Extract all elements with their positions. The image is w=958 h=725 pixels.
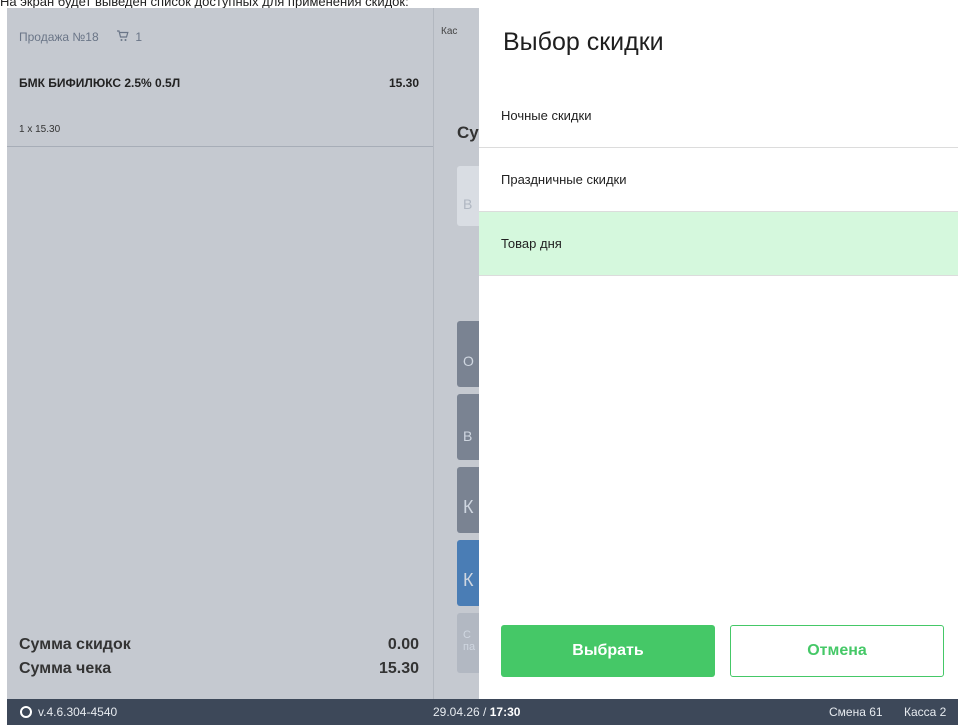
discount-option-label: Праздничные скидки [501, 172, 627, 187]
discount-option-night[interactable]: Ночные скидки [479, 84, 958, 148]
sum-title-fragment: Су [457, 123, 479, 142]
date-time: 29.04.26 / 17:30 [433, 705, 520, 719]
receipt-total-value: 15.30 [378, 660, 419, 677]
discount-option-holiday[interactable]: Праздничные скидки [479, 148, 958, 212]
page-caption: На экран будет выведен список доступных … [0, 0, 409, 8]
shift-number: Смена 61 [829, 705, 883, 719]
status-bar: v.4.6.304-4540 29.04.26 / 17:30 Смена 61… [7, 699, 958, 725]
app-window: Продажа №18 1 БМК БИФИЛЮКС 2.5% 0.5Л 15.… [7, 8, 958, 699]
item-name: БМК БИФИЛЮКС 2.5% 0.5Л [19, 76, 181, 90]
receipt-total-label: Сумма чека [19, 660, 112, 677]
discount-option-label: Ночные скидки [501, 108, 592, 123]
register-number: Касса 2 [904, 705, 947, 719]
register-label-fragment: Кас [441, 26, 458, 37]
app-version: v.4.6.304-4540 [38, 705, 118, 719]
discount-option-product-of-day[interactable]: Товар дня [479, 212, 958, 276]
cancel-button[interactable]: Отмена [730, 625, 944, 677]
select-button[interactable]: Выбрать [501, 625, 715, 677]
status-time: 17:30 [489, 705, 521, 719]
discount-option-label: Товар дня [501, 236, 562, 251]
cart-count: 1 [135, 30, 143, 44]
discount-modal: Выбор скидки Ночные скидки Праздничные с… [479, 8, 958, 699]
cart-icon [116, 30, 129, 44]
discount-total-value: 0.00 [387, 636, 419, 653]
receipt-panel: Продажа №18 1 БМК БИФИЛЮКС 2.5% 0.5Л 15.… [7, 8, 434, 699]
receipt-item[interactable]: БМК БИФИЛЮКС 2.5% 0.5Л 15.30 1 x 15.30 [7, 66, 433, 147]
sale-number: Продажа №18 [19, 30, 99, 44]
app-logo-icon [20, 706, 32, 718]
sale-header: Продажа №18 1 [19, 30, 142, 44]
item-qty-price: 1 x 15.30 [19, 124, 61, 135]
status-date: 29.04.26 / [433, 705, 490, 719]
item-sum: 15.30 [388, 76, 419, 90]
modal-title: Выбор скидки [503, 28, 664, 56]
discount-total-label: Сумма скидок [19, 636, 131, 653]
